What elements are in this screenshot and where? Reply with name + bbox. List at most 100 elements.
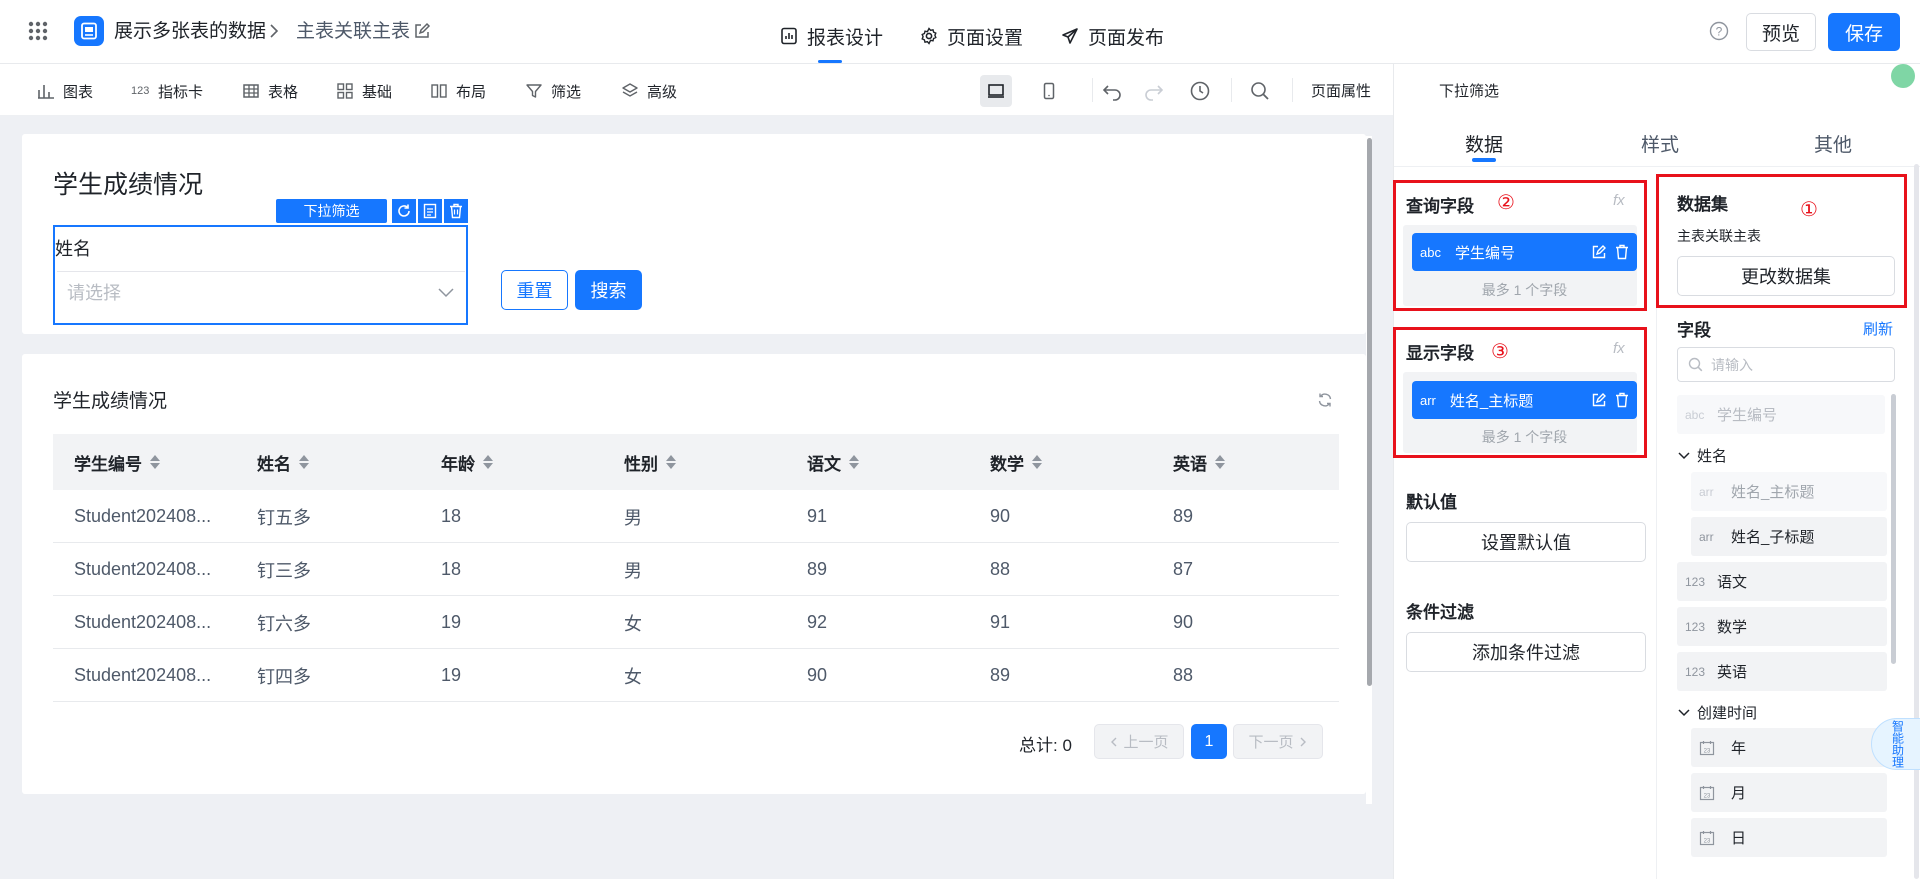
tab-page-publish[interactable]: 页面发布	[1061, 22, 1164, 50]
refresh-icon[interactable]	[392, 199, 416, 223]
field-item-name-subtitle[interactable]: arr 姓名_子标题	[1691, 517, 1887, 556]
chart-icon	[36, 81, 56, 101]
delete-icon[interactable]	[444, 199, 468, 223]
table-cell: 90	[990, 506, 1011, 526]
app-title[interactable]: 展示多张表的数据	[114, 20, 266, 44]
edit-icon[interactable]	[413, 22, 431, 40]
svg-text:?: ?	[1716, 25, 1723, 39]
column-header-english[interactable]: 英语	[1173, 434, 1225, 490]
desktop-view-icon[interactable]	[980, 75, 1012, 107]
tool-label: 高级	[647, 83, 678, 101]
tool-advanced[interactable]: 高级	[620, 80, 677, 102]
apps-grid-icon[interactable]	[28, 21, 48, 41]
tab-page-settings[interactable]: 页面设置	[920, 22, 1023, 50]
copy-icon[interactable]	[418, 199, 442, 223]
query-field-pill[interactable]: abc 学生编号	[1412, 233, 1637, 271]
table-row[interactable]: Student202408... 钉三多 18 男 89 88 87	[53, 543, 1339, 596]
edit-icon[interactable]	[1591, 392, 1607, 408]
search-placeholder: 请输入	[1711, 356, 1753, 373]
search-button[interactable]: 搜索	[575, 270, 642, 310]
formula-icon[interactable]: fx	[1613, 340, 1625, 357]
assistant-float-button[interactable]: 智能助理	[1871, 718, 1920, 770]
table-cell: 88	[1173, 665, 1194, 685]
search-icon[interactable]	[1244, 75, 1276, 107]
tool-basic[interactable]: 基础	[335, 80, 392, 102]
component-tag[interactable]: 下拉筛选	[276, 199, 387, 223]
edit-icon[interactable]	[1591, 244, 1607, 260]
delete-icon[interactable]	[1615, 244, 1629, 260]
field-item-day[interactable]: 23 日	[1691, 818, 1887, 857]
field-item-month[interactable]: 23 月	[1691, 773, 1887, 812]
formula-icon[interactable]: fx	[1613, 192, 1625, 209]
add-condition-button[interactable]: 添加条件过滤	[1406, 632, 1646, 672]
table-row[interactable]: Student202408... 钉六多 19 女 92 91 90	[53, 596, 1339, 649]
sort-icon	[150, 455, 160, 469]
field-item-chinese[interactable]: 123 语文	[1677, 562, 1887, 601]
display-field-pill[interactable]: arr 姓名_主标题	[1412, 381, 1637, 419]
column-header-age[interactable]: 年龄	[441, 434, 493, 490]
tool-table[interactable]: 表格	[241, 80, 298, 102]
name-select[interactable]: 请选择	[57, 271, 465, 311]
field-item-name-title[interactable]: arr 姓名_主标题	[1691, 472, 1887, 511]
tool-filter[interactable]: 筛选	[524, 80, 581, 102]
refresh-icon[interactable]	[1317, 392, 1333, 408]
page-properties-link[interactable]: 页面属性	[1311, 80, 1371, 101]
column-header-chinese[interactable]: 语文	[807, 434, 859, 490]
filter-field-label: 姓名	[55, 239, 91, 259]
field-item-year[interactable]: 23 年	[1691, 728, 1887, 767]
history-icon[interactable]	[1184, 75, 1216, 107]
tool-metric-card[interactable]: 123 指标卡	[131, 80, 203, 102]
field-group-name[interactable]: 姓名	[1677, 445, 1727, 466]
page-number-button[interactable]: 1	[1191, 724, 1227, 759]
table-cell: 钉五多	[257, 507, 311, 528]
table-cell: 91	[807, 506, 828, 526]
redo-icon[interactable]	[1138, 75, 1170, 107]
column-header-math[interactable]: 数学	[990, 434, 1042, 490]
column-label: 英语	[1173, 454, 1207, 474]
undo-icon[interactable]	[1096, 75, 1128, 107]
send-icon	[1062, 28, 1078, 44]
tool-layout[interactable]: 布局	[429, 80, 486, 102]
column-header-student-id[interactable]: 学生编号	[74, 434, 160, 490]
group-label: 姓名	[1697, 448, 1728, 465]
field-item-math[interactable]: 123 数学	[1677, 607, 1887, 646]
selected-filter-component[interactable]: 姓名 请选择	[53, 225, 468, 325]
top-bar: 展示多张表的数据 主表关联主表 报表设计 页面设置 页面发布 ? 预览 保存	[0, 0, 1920, 64]
fields-scrollbar[interactable]	[1891, 394, 1896, 664]
tool-chart[interactable]: 图表	[36, 80, 93, 102]
refresh-fields-link[interactable]: 刷新	[1863, 318, 1893, 339]
field-item-english[interactable]: 123 英语	[1677, 652, 1887, 691]
tab-data[interactable]: 数据	[1465, 130, 1503, 157]
column-header-gender[interactable]: 性别	[624, 434, 676, 490]
field-group-created-time[interactable]: 创建时间	[1677, 702, 1757, 723]
field-item-student-id[interactable]: abc 学生编号	[1677, 395, 1885, 434]
column-header-name[interactable]: 姓名	[257, 434, 309, 490]
help-icon[interactable]: ?	[1709, 21, 1729, 41]
field-search-input[interactable]: 请输入	[1677, 347, 1895, 382]
field-type-label: 123	[1685, 574, 1706, 589]
dataset-name: 主表关联主表	[1677, 228, 1761, 244]
table-cell: 18	[441, 506, 462, 526]
change-dataset-button[interactable]: 更改数据集	[1677, 256, 1895, 296]
delete-icon[interactable]	[1615, 392, 1629, 408]
reset-button[interactable]: 重置	[501, 270, 568, 310]
tab-label: 页面设置	[947, 27, 1024, 49]
mobile-view-icon[interactable]	[1033, 75, 1065, 107]
save-button[interactable]: 保存	[1828, 13, 1900, 51]
set-default-button[interactable]: 设置默认值	[1406, 522, 1646, 562]
display-field-title: 显示字段	[1406, 344, 1474, 363]
tab-report-design[interactable]: 报表设计	[780, 22, 883, 50]
field-name: 姓名_子标题	[1731, 529, 1815, 546]
table-row[interactable]: Student202408... 钉四多 19 女 90 89 88	[53, 649, 1339, 702]
table-row[interactable]: Student202408... 钉五多 18 男 91 90 89	[53, 490, 1339, 543]
panel-scrollbar[interactable]	[1914, 164, 1919, 879]
tab-other[interactable]: 其他	[1814, 130, 1852, 157]
preview-button[interactable]: 预览	[1746, 13, 1816, 51]
prev-page-button[interactable]: 上一页	[1094, 724, 1184, 759]
tab-style[interactable]: 样式	[1641, 130, 1679, 157]
marker-2: ②	[1497, 192, 1515, 214]
next-page-button[interactable]: 下一页	[1233, 724, 1323, 759]
table-body: Student202408... 钉五多 18 男 91 90 89 Stude…	[53, 490, 1339, 702]
filter-card-title: 学生成绩情况	[53, 171, 204, 199]
vertical-scrollbar[interactable]	[1367, 138, 1372, 686]
